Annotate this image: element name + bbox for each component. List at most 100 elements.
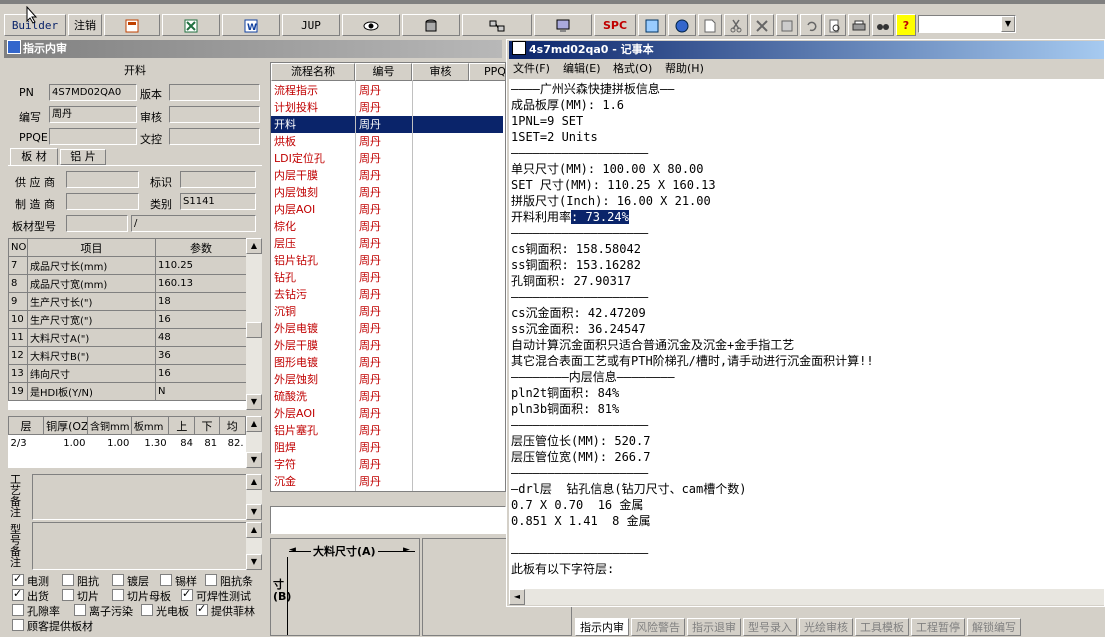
word-button[interactable]: W xyxy=(222,14,280,36)
row-value[interactable]: 48 xyxy=(155,328,246,347)
help-button[interactable]: ? xyxy=(896,14,916,36)
bottom-tab[interactable]: 光绘审核 xyxy=(799,618,853,636)
flow-row[interactable]: 阻焊 周丹 xyxy=(271,439,503,456)
checkbox-impedance[interactable]: 阻抗 xyxy=(62,573,99,589)
checkbox-box[interactable] xyxy=(196,602,208,616)
checkbox-box[interactable] xyxy=(112,574,124,586)
computer-button[interactable] xyxy=(534,14,592,36)
flow-input[interactable] xyxy=(270,506,506,534)
bottom-tab[interactable]: 风险警告 xyxy=(631,618,685,636)
process-note-scrollbar[interactable]: ▲ ▼ xyxy=(246,474,262,520)
row-value[interactable]: 16 xyxy=(155,310,246,329)
menu-edit[interactable]: 编辑(E) xyxy=(563,60,601,78)
checkbox-box[interactable] xyxy=(112,589,124,601)
flow-row[interactable]: 去钻污 周丹 xyxy=(271,286,503,303)
checkbox-box[interactable] xyxy=(141,604,153,616)
excel-button[interactable] xyxy=(162,14,220,36)
row-value[interactable]: 36 xyxy=(155,346,246,365)
flow-row[interactable]: 铝片塞孔 周丹 xyxy=(271,422,503,439)
notepad-hscrollbar[interactable]: ◄ xyxy=(509,589,1104,605)
flow-row[interactable]: 烘板 周丹 xyxy=(271,133,503,150)
scroll-up-icon[interactable]: ▲ xyxy=(246,416,262,432)
logout-button[interactable]: 注销 xyxy=(68,14,102,36)
spc-button[interactable]: SPC xyxy=(594,14,636,36)
flow-row[interactable]: 层压 周丹 xyxy=(271,235,503,252)
scroll-left-icon[interactable]: ◄ xyxy=(509,589,525,605)
scroll-up-icon[interactable]: ▲ xyxy=(246,474,262,490)
table-row[interactable]: 10 生产尺寸宽(") 16 xyxy=(8,310,246,329)
checkbox-shipping[interactable]: 出货 xyxy=(12,587,49,604)
checkbox-tin-sample[interactable]: 锡样 xyxy=(160,573,197,589)
model-note-scrollbar[interactable]: ▲ ▼ xyxy=(246,522,262,570)
flow-row[interactable]: 开料 周丹 xyxy=(271,116,503,133)
save-button[interactable] xyxy=(776,14,798,36)
bottom-tab[interactable]: 工程暂停 xyxy=(911,618,965,636)
ppqe-field[interactable] xyxy=(49,128,137,145)
checkbox-box[interactable] xyxy=(12,572,24,586)
checkbox-box[interactable] xyxy=(160,574,172,586)
flow-row[interactable]: 硫酸洗 周丹 xyxy=(271,388,503,405)
flow-row[interactable]: 铝片钻孔 周丹 xyxy=(271,252,503,269)
bottom-tab[interactable]: 指示内审 xyxy=(575,618,629,636)
flow-header-ppq[interactable]: PPQ xyxy=(469,63,505,81)
table-row[interactable]: 19 是HDI板(Y/N) N xyxy=(8,382,246,401)
checkbox-slice[interactable]: 切片 xyxy=(62,588,99,604)
checkbox-box[interactable] xyxy=(12,604,24,616)
flow-row[interactable]: 流程指示 周丹 xyxy=(271,82,503,99)
jup-button[interactable]: JUP xyxy=(282,14,340,36)
preview-button[interactable] xyxy=(824,14,846,36)
table-row[interactable]: 13 纬向尺寸 16 xyxy=(8,364,246,383)
checkbox-solderability[interactable]: 可焊性测试 xyxy=(181,587,251,604)
flow-header-code[interactable]: 编号 xyxy=(355,63,412,81)
cut-button[interactable] xyxy=(724,14,748,36)
checkbox-provide-film[interactable]: 提供菲林 xyxy=(196,602,255,619)
bottom-tab[interactable]: 解锁编写 xyxy=(967,618,1021,636)
notepad-text-area[interactable]: ————广州兴森快捷拼板信息—— 成品板厚(MM): 1.6 1PNL=9 SE… xyxy=(509,79,1104,589)
process-note-field[interactable] xyxy=(32,474,248,520)
table-row[interactable]: 11 大料尺寸A(") 48 xyxy=(8,328,246,347)
ie-button[interactable] xyxy=(668,14,696,36)
checkbox-ion-contamination[interactable]: 离子污染 xyxy=(74,603,133,619)
print-button[interactable] xyxy=(848,14,870,36)
flow-row[interactable]: 字符 周丹 xyxy=(271,456,503,473)
flow-row[interactable]: 外层干膜 周丹 xyxy=(271,337,503,354)
bottom-tab[interactable]: 指示退审 xyxy=(687,618,741,636)
model-note-field[interactable] xyxy=(32,522,248,570)
view-button[interactable] xyxy=(342,14,400,36)
undo-button[interactable] xyxy=(800,14,822,36)
flow-row[interactable]: 外层电镀 周丹 xyxy=(271,320,503,337)
flow-row[interactable]: 计划投料 周丹 xyxy=(271,99,503,116)
scroll-down-icon[interactable]: ▼ xyxy=(246,554,262,570)
flow-row[interactable]: 棕化 周丹 xyxy=(271,218,503,235)
row-value[interactable]: 160.13 xyxy=(155,274,246,293)
checkbox-customer-material[interactable]: 顾客提供板材 xyxy=(12,618,93,634)
table-row[interactable]: 9 生产尺寸长(") 18 xyxy=(8,292,246,311)
scroll-down-icon[interactable]: ▼ xyxy=(246,452,262,468)
pn-field[interactable]: 4S7MD02QA0 xyxy=(49,84,137,101)
checkbox-box[interactable] xyxy=(12,587,24,601)
checkbox-box[interactable] xyxy=(181,587,193,601)
flow-row[interactable]: 外层AOI 周丹 xyxy=(271,405,503,422)
table-row[interactable]: 12 大料尺寸B(") 36 xyxy=(8,346,246,365)
checkbox-photo-board[interactable]: 光电板 xyxy=(141,603,189,619)
checkbox-plating[interactable]: 镀层 xyxy=(112,573,149,589)
chevron-down-icon[interactable]: ▼ xyxy=(1001,16,1015,32)
checkbox-box[interactable] xyxy=(62,574,74,586)
bottom-tab[interactable]: 工具模板 xyxy=(855,618,909,636)
supplier-field[interactable] xyxy=(66,171,139,188)
checkbox-box[interactable] xyxy=(12,619,24,631)
flow-row[interactable]: 外层蚀刻 周丹 xyxy=(271,371,503,388)
checkbox-porosity[interactable]: 孔隙率 xyxy=(12,603,60,619)
scroll-up-icon[interactable]: ▲ xyxy=(246,522,262,538)
scroll-up-icon[interactable]: ▲ xyxy=(246,238,262,254)
flow-row[interactable]: 沉铜 周丹 xyxy=(271,303,503,320)
table-row[interactable]: 8 成品尺寸宽(mm) 160.13 xyxy=(8,274,246,293)
flow-row[interactable]: LDI定位孔 周丹 xyxy=(271,150,503,167)
type-field[interactable]: S1141 xyxy=(180,193,256,210)
flow-row[interactable]: 内层蚀刻 周丹 xyxy=(271,184,503,201)
model-field-2[interactable]: / xyxy=(131,215,256,232)
tab-board[interactable]: 板 材 xyxy=(10,148,58,165)
bottom-tab[interactable]: 型号录入 xyxy=(743,618,797,636)
network-button[interactable] xyxy=(462,14,532,36)
menu-format[interactable]: 格式(O) xyxy=(613,60,652,78)
